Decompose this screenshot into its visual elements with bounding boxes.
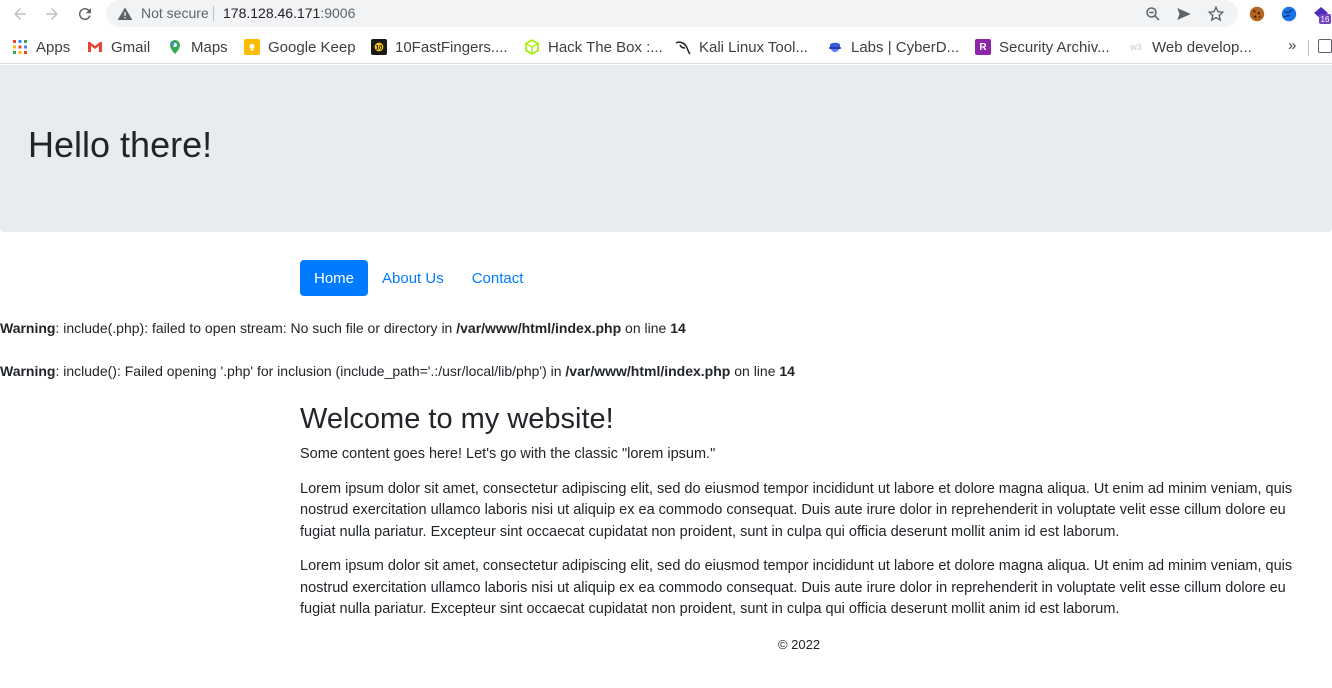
gmail-icon <box>87 39 103 55</box>
bookmark-label: Gmail <box>111 38 151 56</box>
warning-line: 14 <box>779 363 795 379</box>
warning-mid: on line <box>730 363 780 379</box>
bookmarks-bar: Apps Gmail Maps Google Keep 10 10FastFin… <box>0 28 1332 64</box>
omnibox-divider <box>213 6 214 21</box>
url-host: 178.128.46.171 <box>223 5 321 21</box>
bookmark-label: Labs | CyberD... <box>851 38 960 56</box>
bookmark-gmail[interactable]: Gmail <box>87 37 150 57</box>
lorem-paragraph: Lorem ipsum dolor sit amet, consectetur … <box>300 480 1293 540</box>
reload-icon[interactable] <box>74 3 96 25</box>
url-port: :9006 <box>320 5 356 21</box>
other-bookmarks-folder-icon[interactable] <box>1318 39 1332 53</box>
back-arrow-icon[interactable] <box>9 3 31 25</box>
bookmark-cyberdefenders[interactable]: Labs | CyberD... <box>827 37 959 57</box>
security-archive-icon: R <box>975 39 991 55</box>
warning-text: : include(.php): failed to open stream: … <box>55 320 457 336</box>
intro-paragraph: Some content goes here! Let's go with th… <box>300 446 716 462</box>
forward-arrow-icon[interactable] <box>41 3 63 25</box>
bookmark-label: Web develop... <box>1152 38 1252 56</box>
browser-toolbar: Not secure 178.128.46.171:9006 16 <box>0 0 1332 28</box>
jumbotron: Hello there! <box>0 65 1332 232</box>
10fastfingers-icon: 10 <box>371 39 387 55</box>
page-footer: © 2022 <box>0 637 1332 652</box>
warning-line: 14 <box>670 320 686 336</box>
bookmark-web-develop[interactable]: w3 Web develop... <box>1128 37 1252 57</box>
maps-icon <box>167 39 183 55</box>
send-icon[interactable] <box>1174 4 1194 24</box>
jumbotron-title: Hello there! <box>28 124 213 165</box>
bookmark-star-icon[interactable] <box>1206 4 1226 24</box>
warning-text: : include(): Failed opening '.php' for i… <box>55 363 566 379</box>
bookmark-label: Kali Linux Tool... <box>699 38 808 56</box>
cyberdefenders-icon <box>827 39 843 55</box>
bookmark-label: 10FastFingers.... <box>395 38 508 56</box>
warning-triangle-icon[interactable] <box>116 5 134 23</box>
bookmark-label: Maps <box>191 38 228 56</box>
cookie-extension-icon[interactable] <box>1247 4 1267 24</box>
bookmark-security-archive[interactable]: R Security Archiv... <box>975 37 1110 57</box>
bookmark-maps[interactable]: Maps <box>167 37 228 57</box>
bookmark-hackthebox[interactable]: Hack The Box :... <box>524 37 663 57</box>
not-secure-label[interactable]: Not secure <box>141 5 209 21</box>
hackthebox-icon <box>524 39 540 55</box>
url-text[interactable]: 178.128.46.171:9006 <box>223 5 355 21</box>
w3schools-icon: w3 <box>1130 42 1142 52</box>
copyright-text: © 2022 <box>777 637 821 652</box>
bookmark-10fastfingers[interactable]: 10 10FastFingers.... <box>371 37 508 57</box>
nav-about-us[interactable]: About Us <box>368 260 458 296</box>
more-bookmarks-chevron-icon[interactable]: » <box>1288 37 1296 54</box>
warning-label: Warning <box>0 363 56 379</box>
warning-label: Warning <box>0 320 56 336</box>
svg-text:10: 10 <box>376 45 383 52</box>
keep-icon <box>244 39 260 55</box>
page-heading: Welcome to my website! <box>300 403 614 435</box>
wappalyzer-extension-icon[interactable]: 16 <box>1311 4 1331 24</box>
warning-path: /var/www/html/index.php <box>565 363 731 379</box>
nav-contact[interactable]: Contact <box>458 260 538 296</box>
bookmarks-divider <box>1308 40 1309 56</box>
bookmark-kali[interactable]: Kali Linux Tool... <box>675 37 808 57</box>
bookmark-apps[interactable]: Apps <box>12 37 70 57</box>
warning-mid: on line <box>621 320 671 336</box>
globe-extension-icon[interactable] <box>1279 4 1299 24</box>
main-content: Welcome to my website! Some content goes… <box>300 402 1300 634</box>
address-bar[interactable]: Not secure 178.128.46.171:9006 <box>106 0 1238 27</box>
svg-text:16: 16 <box>1321 15 1330 24</box>
bookmark-label: Google Keep <box>268 38 356 56</box>
zoom-icon[interactable] <box>1143 4 1163 24</box>
apps-grid-icon <box>12 39 28 55</box>
site-nav: Home About Us Contact <box>300 260 537 296</box>
bookmark-label: Apps <box>36 38 71 56</box>
bookmark-label: Security Archiv... <box>999 38 1110 56</box>
php-warning: Warning: include(): Failed opening '.php… <box>0 363 795 379</box>
nav-home[interactable]: Home <box>300 260 369 296</box>
lorem-paragraph: Lorem ipsum dolor sit amet, consectetur … <box>300 558 1293 617</box>
php-warning: Warning: include(.php): failed to open s… <box>0 320 686 336</box>
warning-path: /var/www/html/index.php <box>456 320 622 336</box>
bookmark-keep[interactable]: Google Keep <box>244 37 356 57</box>
kali-icon <box>675 39 691 55</box>
bookmark-label: Hack The Box :... <box>548 38 663 56</box>
